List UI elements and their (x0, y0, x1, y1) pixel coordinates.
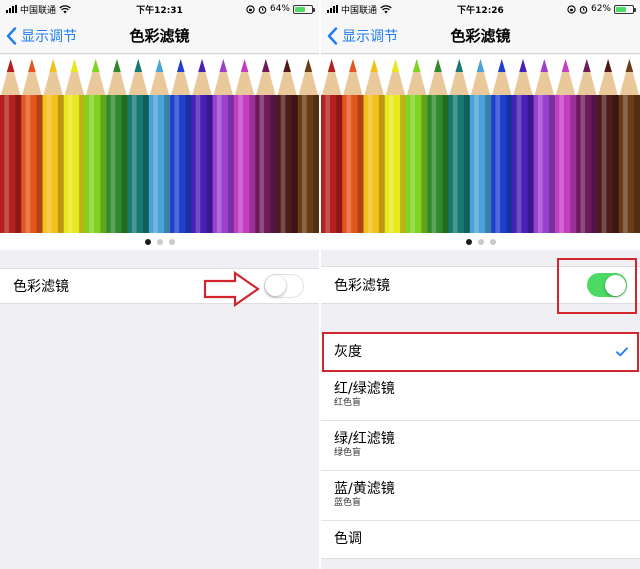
color-filter-switch[interactable] (264, 274, 304, 298)
page-dot (477, 238, 484, 245)
filter-options-list: 灰度 红/绿滤镜 红色盲 绿/红滤镜 绿色盲 蓝/黄滤镜 蓝色盲 色调 (321, 333, 640, 559)
page-dot (156, 238, 163, 245)
color-filter-label: 色彩滤镜 (13, 279, 69, 295)
status-bar: 中国联通 下午12:26 62% (321, 0, 640, 18)
wifi-icon (380, 4, 392, 13)
pencils-illustration (0, 55, 319, 233)
checkmark-icon (616, 347, 628, 357)
page-indicator[interactable] (321, 233, 640, 250)
filter-option-red-green[interactable]: 红/绿滤镜 红色盲 (321, 371, 640, 421)
wifi-icon (59, 4, 71, 13)
back-button[interactable]: 显示调节 (327, 18, 398, 54)
battery-percent: 62% (590, 4, 611, 14)
alarm-icon (579, 5, 588, 14)
page-dot (465, 238, 472, 245)
filter-option-title: 红/绿滤镜 (334, 381, 395, 397)
lock-rotation-icon (246, 4, 255, 14)
back-button-label: 显示调节 (342, 29, 398, 45)
carrier-label: 中国联通 (20, 5, 57, 16)
filter-option-subtitle: 绿色盲 (334, 448, 362, 458)
signal-icon (327, 5, 338, 13)
page-dot (144, 238, 151, 245)
battery-icon (293, 4, 315, 14)
pencils-illustration (321, 55, 640, 233)
status-time: 下午12:31 (136, 5, 183, 16)
filter-option-title: 绿/红滤镜 (334, 431, 395, 447)
back-button-label: 显示调节 (21, 29, 77, 45)
filter-option-color-tint[interactable]: 色调 (321, 521, 640, 558)
preview-image[interactable] (321, 55, 640, 233)
filter-option-subtitle: 红色盲 (334, 398, 362, 408)
navigation-bar: 显示调节 色彩滤镜 (321, 18, 640, 54)
preview-image[interactable] (0, 55, 319, 233)
back-button[interactable]: 显示调节 (6, 18, 77, 54)
battery-icon (614, 4, 636, 14)
status-time: 下午12:26 (457, 5, 504, 16)
filter-option-title: 色调 (334, 531, 362, 547)
filter-option-blue-yellow[interactable]: 蓝/黄滤镜 蓝色盲 (321, 471, 640, 521)
alarm-icon (258, 5, 267, 14)
filter-option-green-red[interactable]: 绿/红滤镜 绿色盲 (321, 421, 640, 471)
color-filter-row: 色彩滤镜 (321, 266, 640, 304)
back-chevron-icon (327, 27, 338, 45)
back-chevron-icon (6, 27, 17, 45)
filter-option-title: 灰度 (334, 344, 362, 360)
carrier-label: 中国联通 (341, 5, 378, 16)
filter-option-grayscale[interactable]: 灰度 (321, 334, 640, 371)
lock-rotation-icon (567, 4, 576, 14)
status-bar: 中国联通 下午12:31 64% (0, 0, 319, 18)
page-title: 色彩滤镜 (129, 27, 190, 45)
right-screen: 中国联通 下午12:26 62% 显示调节 色彩滤镜 色彩滤镜 灰度 红/绿滤镜… (321, 0, 640, 569)
page-dot (168, 238, 175, 245)
navigation-bar: 显示调节 色彩滤镜 (0, 18, 319, 54)
page-dot (489, 238, 496, 245)
color-filter-row: 色彩滤镜 (0, 268, 319, 304)
battery-percent: 64% (269, 4, 290, 14)
color-filter-switch[interactable] (587, 273, 627, 297)
page-title: 色彩滤镜 (450, 27, 511, 45)
page-indicator[interactable] (0, 233, 319, 250)
filter-option-title: 蓝/黄滤镜 (334, 481, 395, 497)
color-filter-label: 色彩滤镜 (334, 278, 390, 294)
filter-option-subtitle: 蓝色盲 (334, 498, 362, 508)
signal-icon (6, 5, 17, 13)
left-screen: 中国联通 下午12:31 64% 显示调节 色彩滤镜 色彩滤镜 (0, 0, 319, 569)
